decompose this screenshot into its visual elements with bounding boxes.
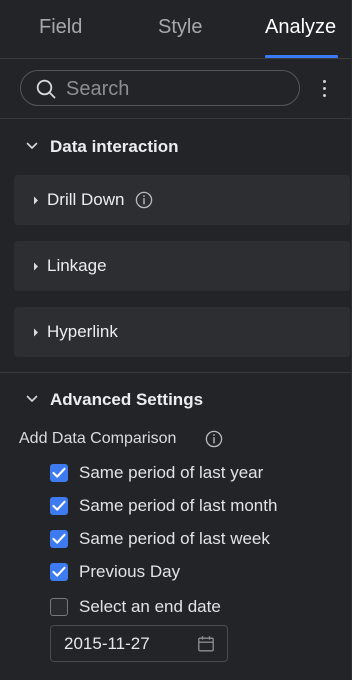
collapse-item-linkage[interactable]: Linkage: [14, 241, 350, 291]
end-date-value: 2015-11-27: [64, 634, 150, 653]
checkbox-label: Same period of last year: [79, 463, 264, 482]
checkbox-label: Same period of last week: [79, 529, 270, 548]
caret-right-icon: [34, 262, 38, 271]
more-options-icon[interactable]: [318, 78, 332, 100]
chevron-down-icon: [26, 142, 38, 149]
divider: [0, 118, 352, 119]
section-header-advanced-settings[interactable]: Advanced Settings: [0, 386, 352, 416]
collapse-item-drill-down[interactable]: Drill Down: [14, 175, 350, 225]
checkbox-checked[interactable]: [50, 530, 68, 548]
checkbox-unchecked[interactable]: [50, 598, 68, 616]
search-icon: [36, 79, 56, 99]
collapse-item-label: Drill Down: [47, 190, 125, 209]
divider: [0, 372, 352, 373]
chevron-down-icon: [26, 395, 38, 402]
section-title: Data interaction: [50, 137, 179, 156]
collapse-item-hyperlink[interactable]: Hyperlink: [14, 307, 350, 357]
tab-bar: Field Style Analyze: [0, 0, 352, 59]
collapse-item-label: Hyperlink: [47, 322, 118, 341]
tab-field[interactable]: Field: [39, 16, 82, 39]
caret-right-icon: [34, 328, 38, 337]
check-icon: [52, 500, 66, 511]
search-box[interactable]: [20, 70, 300, 106]
analyze-panel: Field Style Analyze Data interaction Dri…: [0, 0, 352, 680]
check-icon: [52, 467, 66, 478]
search-input[interactable]: [64, 75, 288, 103]
checkbox-label: Previous Day: [79, 562, 181, 581]
tab-analyze[interactable]: Analyze: [265, 16, 336, 39]
collapse-item-label: Linkage: [47, 256, 107, 275]
checkbox-label: Select an end date: [79, 597, 221, 616]
active-tab-indicator: [265, 55, 338, 58]
add-data-comparison-label: Add Data Comparison: [19, 430, 177, 447]
check-icon: [52, 566, 66, 577]
section-title: Advanced Settings: [50, 390, 204, 409]
check-icon: [52, 533, 66, 544]
end-date-picker[interactable]: 2015-11-27: [50, 625, 228, 662]
section-header-data-interaction[interactable]: Data interaction: [0, 133, 352, 163]
info-icon[interactable]: [135, 191, 153, 209]
calendar-icon[interactable]: [197, 635, 215, 653]
checkbox-checked[interactable]: [50, 563, 68, 581]
checkbox-checked[interactable]: [50, 497, 68, 515]
checkbox-label: Same period of last month: [79, 496, 278, 515]
caret-right-icon: [34, 196, 38, 205]
tab-style[interactable]: Style: [158, 16, 202, 39]
checkbox-checked[interactable]: [50, 464, 68, 482]
info-icon[interactable]: [205, 430, 223, 448]
